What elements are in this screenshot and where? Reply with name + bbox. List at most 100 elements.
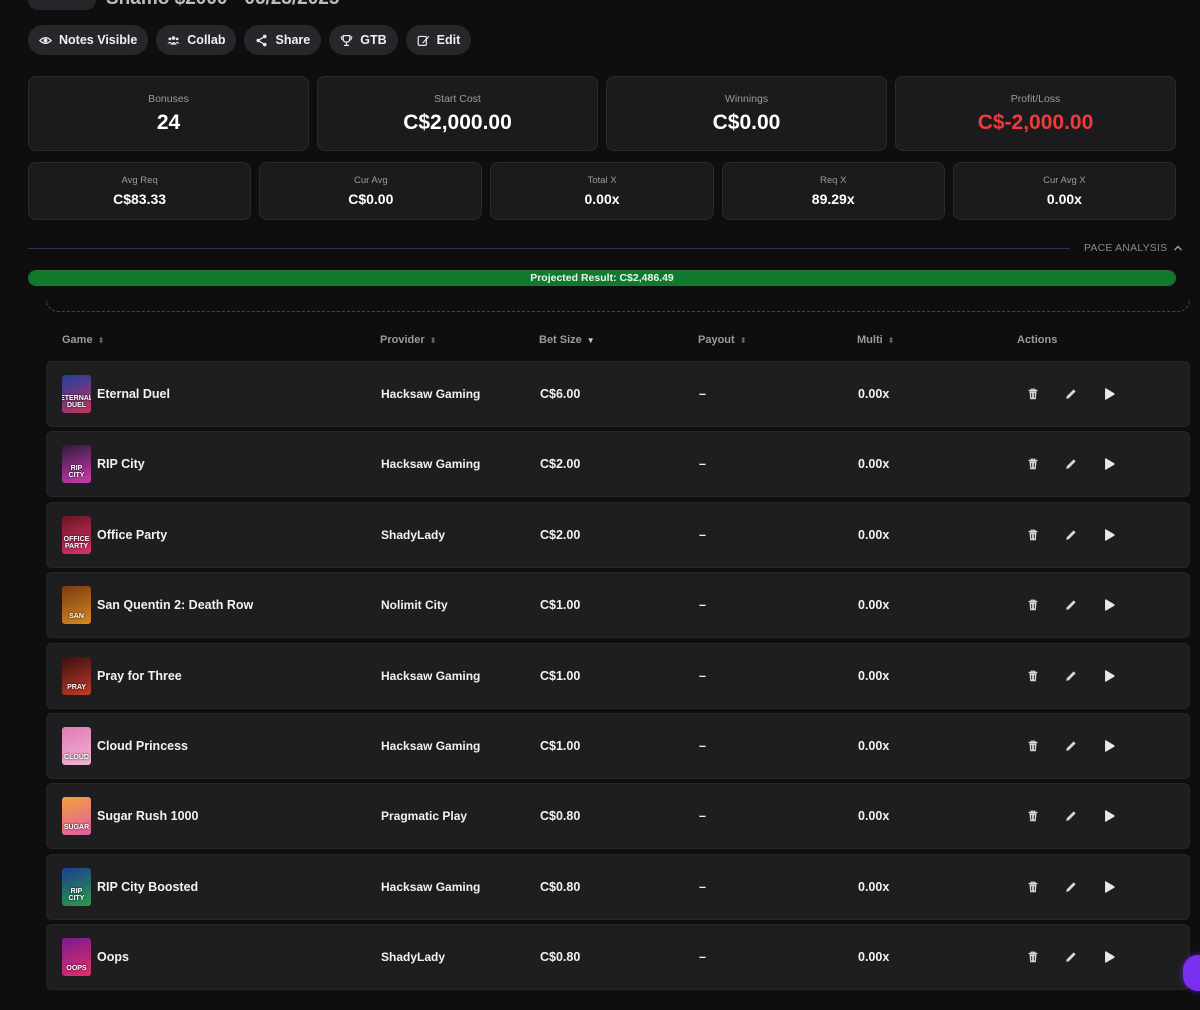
pencil-button[interactable] xyxy=(1063,879,1079,895)
toolbar-button-label: Edit xyxy=(436,33,461,47)
payout-cell: – xyxy=(699,809,706,824)
stat-card-req-x: Req X 89.29x xyxy=(721,162,945,220)
notes-visible-button[interactable]: Notes Visible xyxy=(28,25,149,55)
trash-button[interactable] xyxy=(1025,879,1041,895)
multi-cell: 0.00x xyxy=(858,879,890,894)
section-divider xyxy=(46,300,1190,312)
trash-button[interactable] xyxy=(1025,668,1041,684)
bonus-table-body: ETERNAL DUEL Eternal Duel Hacksaw Gaming C$… xyxy=(46,361,1190,995)
gtb-button[interactable]: GTB xyxy=(329,25,398,55)
stat-value: C$0.00 xyxy=(348,191,394,207)
pencil-button[interactable] xyxy=(1063,668,1079,684)
pencil-icon xyxy=(1064,739,1078,753)
pencil-button[interactable] xyxy=(1063,949,1079,965)
game-cell: OFFICE PARTY Office Party xyxy=(62,503,167,567)
stat-label: Avg Req xyxy=(121,175,158,186)
stat-card-total-x: Total X 0.00x xyxy=(490,162,714,220)
trash-icon xyxy=(1026,457,1040,471)
pace-analysis-label: PACE ANALYSIS xyxy=(1084,242,1168,254)
toolbar: Notes Visible Collab Share GTB Edit xyxy=(28,25,472,55)
table-row[interactable]: OFFICE PARTY Office Party ShadyLady C$2.00 –… xyxy=(46,501,1190,568)
trash-button[interactable] xyxy=(1025,949,1041,965)
pencil-button[interactable] xyxy=(1063,456,1079,472)
trash-button[interactable] xyxy=(1025,597,1041,613)
eye-icon xyxy=(39,34,52,47)
actions-cell xyxy=(1025,784,1117,848)
column-header-label: Multi xyxy=(857,334,883,346)
trophy-icon xyxy=(340,34,353,47)
column-header-multi[interactable]: Multi ⬍ xyxy=(857,334,894,346)
provider-cell: Hacksaw Gaming xyxy=(381,668,481,683)
back-button[interactable] xyxy=(28,0,96,10)
actions-cell xyxy=(1025,432,1117,496)
trash-button[interactable] xyxy=(1025,456,1041,472)
play-button[interactable] xyxy=(1101,949,1117,965)
stat-label: Total X xyxy=(587,175,617,186)
stat-value: C$-2,000.00 xyxy=(977,110,1094,134)
provider-cell: Hacksaw Gaming xyxy=(381,457,481,472)
pencil-button[interactable] xyxy=(1063,597,1079,613)
play-button[interactable] xyxy=(1101,879,1117,895)
trash-button[interactable] xyxy=(1025,738,1041,754)
trash-button[interactable] xyxy=(1025,386,1041,402)
pencil-button[interactable] xyxy=(1063,386,1079,402)
bet-size-cell: C$2.00 xyxy=(540,527,581,542)
play-button[interactable] xyxy=(1101,668,1117,684)
pencil-button[interactable] xyxy=(1063,527,1079,543)
toolbar-button-label: Notes Visible xyxy=(59,33,138,47)
stat-label: Bonuses xyxy=(148,92,189,105)
play-button[interactable] xyxy=(1101,527,1117,543)
payout-cell: – xyxy=(699,387,706,401)
stat-label: Req X xyxy=(820,175,847,186)
game-cell: RIP CITY RIP City Boosted xyxy=(62,855,198,919)
edit-button[interactable]: Edit xyxy=(405,25,472,55)
actions-cell xyxy=(1025,644,1117,708)
pencil-button[interactable] xyxy=(1063,808,1079,824)
pace-analysis-toggle[interactable]: PACE ANALYSIS xyxy=(1084,242,1183,254)
play-button[interactable] xyxy=(1101,808,1117,824)
pencil-icon xyxy=(1064,528,1078,542)
game-thumbnail-text: ETERNAL DUEL xyxy=(62,395,91,409)
play-button[interactable] xyxy=(1101,738,1117,754)
multi-cell: 0.00x xyxy=(858,457,890,472)
play-icon xyxy=(1102,528,1116,542)
table-row[interactable]: CLOUD Cloud Princess Hacksaw Gaming C$1.00 –… xyxy=(46,712,1190,779)
stat-card-profit-loss: Profit/Loss C$-2,000.00 xyxy=(895,76,1176,151)
trash-button[interactable] xyxy=(1025,808,1041,824)
game-thumbnail-text: CLOUD xyxy=(64,753,89,761)
stat-label: Start Cost xyxy=(434,92,481,105)
chat-bubble-button[interactable] xyxy=(1183,955,1200,991)
column-header-payout[interactable]: Payout ⬍ xyxy=(698,334,746,346)
game-name: RIP City xyxy=(97,457,145,472)
table-row[interactable]: SAN San Quentin 2: Death Row Nolimit City C… xyxy=(46,572,1190,639)
game-cell: PRAY Pray for Three xyxy=(62,644,182,708)
play-button[interactable] xyxy=(1101,386,1117,402)
share-button[interactable]: Share xyxy=(244,25,322,55)
trash-button[interactable] xyxy=(1025,527,1041,543)
table-row[interactable]: SUGAR Sugar Rush 1000 Pragmatic Play C$0.80… xyxy=(46,783,1190,850)
table-row[interactable]: RIP CITY RIP City Boosted Hacksaw Gaming C$… xyxy=(46,853,1190,920)
pace-divider xyxy=(28,248,1070,249)
game-thumbnail: RIP CITY xyxy=(62,867,91,906)
column-header-provider[interactable]: Provider ⬍ xyxy=(380,334,436,346)
play-button[interactable] xyxy=(1101,597,1117,613)
pencil-button[interactable] xyxy=(1063,738,1079,754)
bet-size-cell: C$1.00 xyxy=(540,668,581,683)
stat-label: Cur Avg xyxy=(353,175,388,186)
column-header-bet-size[interactable]: Bet Size ▼ xyxy=(539,334,595,346)
play-icon xyxy=(1102,739,1116,753)
game-thumbnail-text: OFFICE PARTY xyxy=(63,535,90,550)
provider-cell: Hacksaw Gaming xyxy=(381,738,481,753)
collab-button[interactable]: Collab xyxy=(156,25,237,55)
table-row[interactable]: RIP CITY RIP City Hacksaw Gaming C$2.00 – 0.0… xyxy=(46,431,1190,498)
table-row[interactable]: OOPS Oops ShadyLady C$0.80 – 0.00x xyxy=(46,924,1190,991)
trash-icon xyxy=(1026,950,1040,964)
column-header-game[interactable]: Game ⬍ xyxy=(62,334,104,346)
payout-cell: – xyxy=(699,457,706,472)
stat-label: Profit/Loss xyxy=(1010,92,1061,105)
stat-card-cur-avg: Cur Avg C$0.00 xyxy=(259,162,483,220)
table-row[interactable]: PRAY Pray for Three Hacksaw Gaming C$1.00 – 0… xyxy=(46,642,1190,709)
game-thumbnail: SAN xyxy=(62,586,91,625)
play-button[interactable] xyxy=(1101,456,1117,472)
table-row[interactable]: ETERNAL DUEL Eternal Duel Hacksaw Gaming C$… xyxy=(46,361,1190,427)
